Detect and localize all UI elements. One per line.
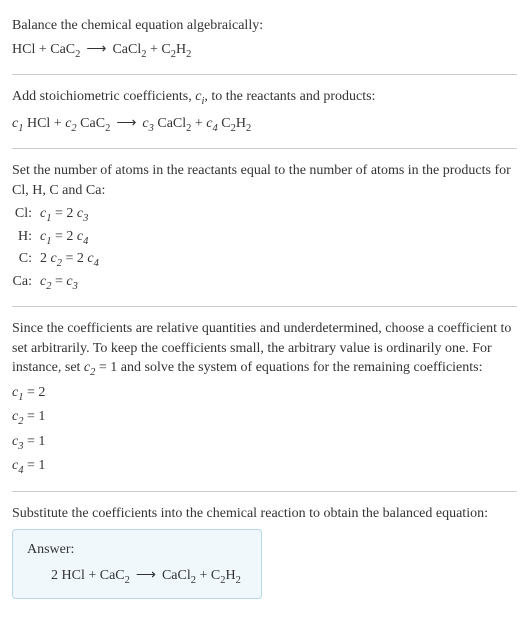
table-row: H: c1 = 2 c4 <box>12 227 99 249</box>
section-problem: Balance the chemical equation algebraica… <box>12 8 517 70</box>
element-label: H: <box>12 227 40 249</box>
solution-line: c2 = 1 <box>12 407 517 429</box>
element-equation: c1 = 2 c4 <box>40 227 99 249</box>
element-label: Cl: <box>12 204 40 226</box>
divider <box>12 306 517 307</box>
table-row: Ca: c2 = c3 <box>12 272 99 294</box>
divider <box>12 491 517 492</box>
answer-label: Answer: <box>27 540 247 560</box>
solution-list: c1 = 2 c2 = 1 c3 = 1 c4 = 1 <box>12 383 517 479</box>
substitute-title: Substitute the coefficients into the che… <box>12 504 517 524</box>
divider <box>12 74 517 75</box>
section-substitute: Substitute the coefficients into the che… <box>12 496 517 608</box>
solution-line: c4 = 1 <box>12 456 517 478</box>
balanced-equation: 2 HCl + CaC2⟶CaCl2 + C2H2 <box>27 566 247 588</box>
parametric-equation: c1 HCl + c2 CaC2⟶c3 CaCl2 + c4 C2H2 <box>12 114 517 136</box>
element-equation: c1 = 2 c3 <box>40 204 99 226</box>
element-equation: c2 = c3 <box>40 272 99 294</box>
element-label: C: <box>12 249 40 271</box>
problem-title: Balance the chemical equation algebraica… <box>12 16 517 36</box>
divider <box>12 148 517 149</box>
element-label: Ca: <box>12 272 40 294</box>
solution-line: c1 = 2 <box>12 383 517 405</box>
answer-box: Answer: 2 HCl + CaC2⟶CaCl2 + C2H2 <box>12 529 262 599</box>
atom-balance-table: Cl: c1 = 2 c3 H: c1 = 2 c4 C: 2 c2 = 2 c… <box>12 204 99 294</box>
section-coefficients: Add stoichiometric coefficients, ci, to … <box>12 79 517 144</box>
atom-balance-title: Set the number of atoms in the reactants… <box>12 161 517 200</box>
solution-line: c3 = 1 <box>12 432 517 454</box>
solve-title: Since the coefficients are relative quan… <box>12 319 517 381</box>
section-atom-balance: Set the number of atoms in the reactants… <box>12 153 517 302</box>
table-row: C: 2 c2 = 2 c4 <box>12 249 99 271</box>
table-row: Cl: c1 = 2 c3 <box>12 204 99 226</box>
section-solve: Since the coefficients are relative quan… <box>12 311 517 487</box>
unbalanced-equation: HCl + CaC2⟶CaCl2 + C2H2 <box>12 40 517 62</box>
element-equation: 2 c2 = 2 c4 <box>40 249 99 271</box>
coefficients-title: Add stoichiometric coefficients, ci, to … <box>12 87 517 109</box>
